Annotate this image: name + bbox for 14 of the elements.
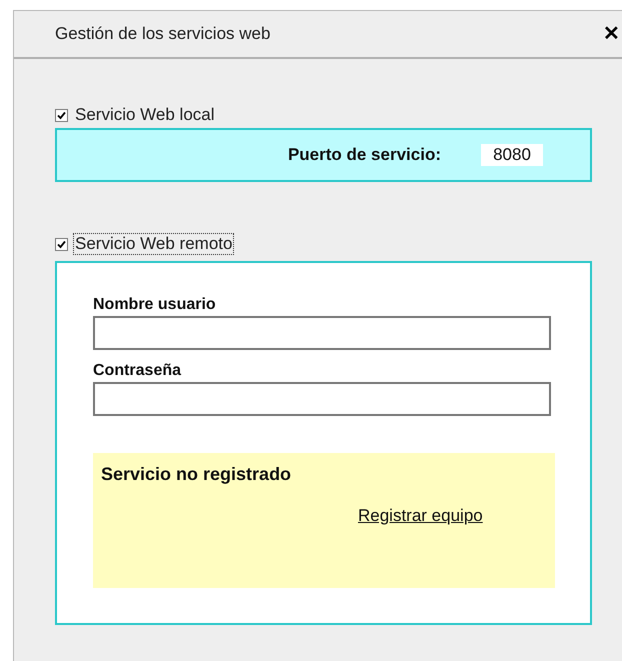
checkbox[interactable] — [55, 108, 68, 122]
port-label: Puerto de servicio: — [288, 144, 441, 166]
window-title: Gestión de los servicios web — [55, 23, 270, 46]
checkbox[interactable] — [55, 238, 68, 250]
input-field[interactable] — [93, 316, 551, 350]
field-label: Nombre usuario — [93, 295, 217, 315]
field-label: Contraseña — [93, 361, 182, 381]
checkbox-label[interactable]: Servicio Web local — [74, 105, 216, 125]
status-message: Servicio no registrado — [101, 463, 292, 486]
checkbox-label[interactable]: Servicio Web remoto — [74, 234, 234, 254]
register-link[interactable]: Registrar equipo — [358, 503, 483, 528]
input-field[interactable] — [93, 382, 551, 416]
port-field[interactable]: 8080 — [481, 144, 543, 166]
close-button[interactable]: ✕ — [603, 24, 620, 44]
